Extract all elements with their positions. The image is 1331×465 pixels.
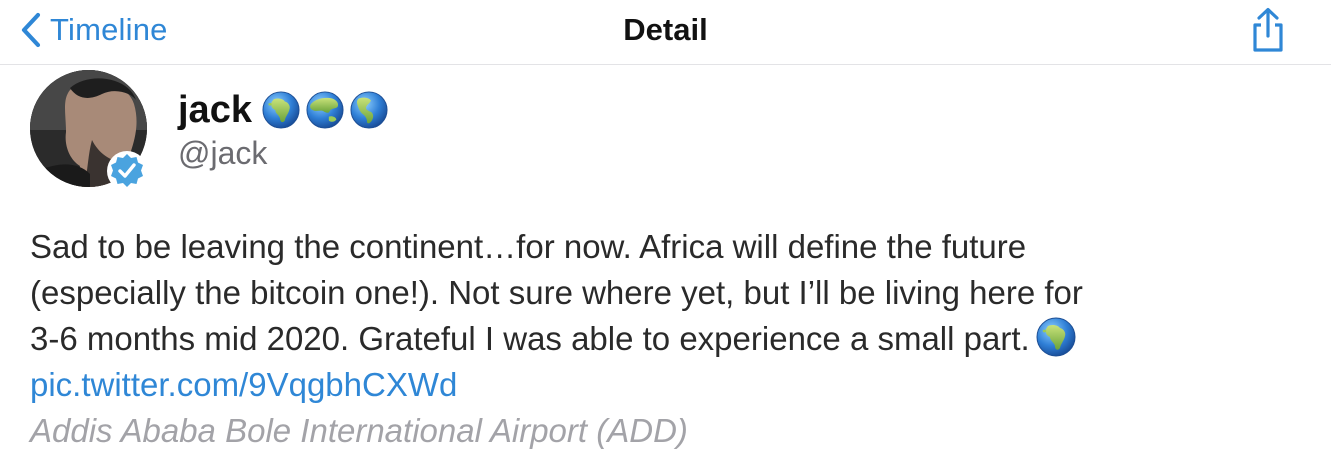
share-icon — [1253, 7, 1283, 52]
author-display-name[interactable]: jack — [178, 88, 394, 132]
tweet-text-line-3-container: 3-6 months mid 2020. Grateful I was able… — [30, 316, 1310, 362]
globe-africa-icon — [1036, 317, 1076, 357]
globe-asia-icon — [306, 91, 344, 129]
globe-americas-icon — [350, 91, 388, 129]
tweet-text-line-3: 3-6 months mid 2020. Grateful I was able… — [30, 320, 1030, 357]
tweet-text-line-2: (especially the bitcoin one!). Not sure … — [30, 274, 1083, 311]
share-button[interactable] — [1244, 6, 1292, 54]
author-handle[interactable]: @jack — [178, 135, 267, 172]
tweet-body: Sad to be leaving the continent…for now.… — [30, 224, 1310, 454]
tweet-text-line-1: Sad to be leaving the continent…for now.… — [30, 228, 1027, 265]
tweet-location[interactable]: Addis Ababa Bole International Airport (… — [30, 412, 688, 449]
tweet-media-link[interactable]: pic.twitter.com/9VqgbhCXWd — [30, 366, 457, 403]
verified-check-icon — [107, 151, 147, 191]
navigation-bar: Timeline Detail — [0, 0, 1331, 65]
verified-badge — [106, 150, 148, 192]
tweet-link-line: pic.twitter.com/9VqgbhCXWd — [30, 362, 1310, 408]
page-title: Detail — [623, 12, 708, 47]
globe-africa-icon — [262, 91, 300, 129]
author-name: jack — [178, 88, 252, 131]
tweet-location-line: Addis Ababa Bole International Airport (… — [30, 408, 1310, 454]
